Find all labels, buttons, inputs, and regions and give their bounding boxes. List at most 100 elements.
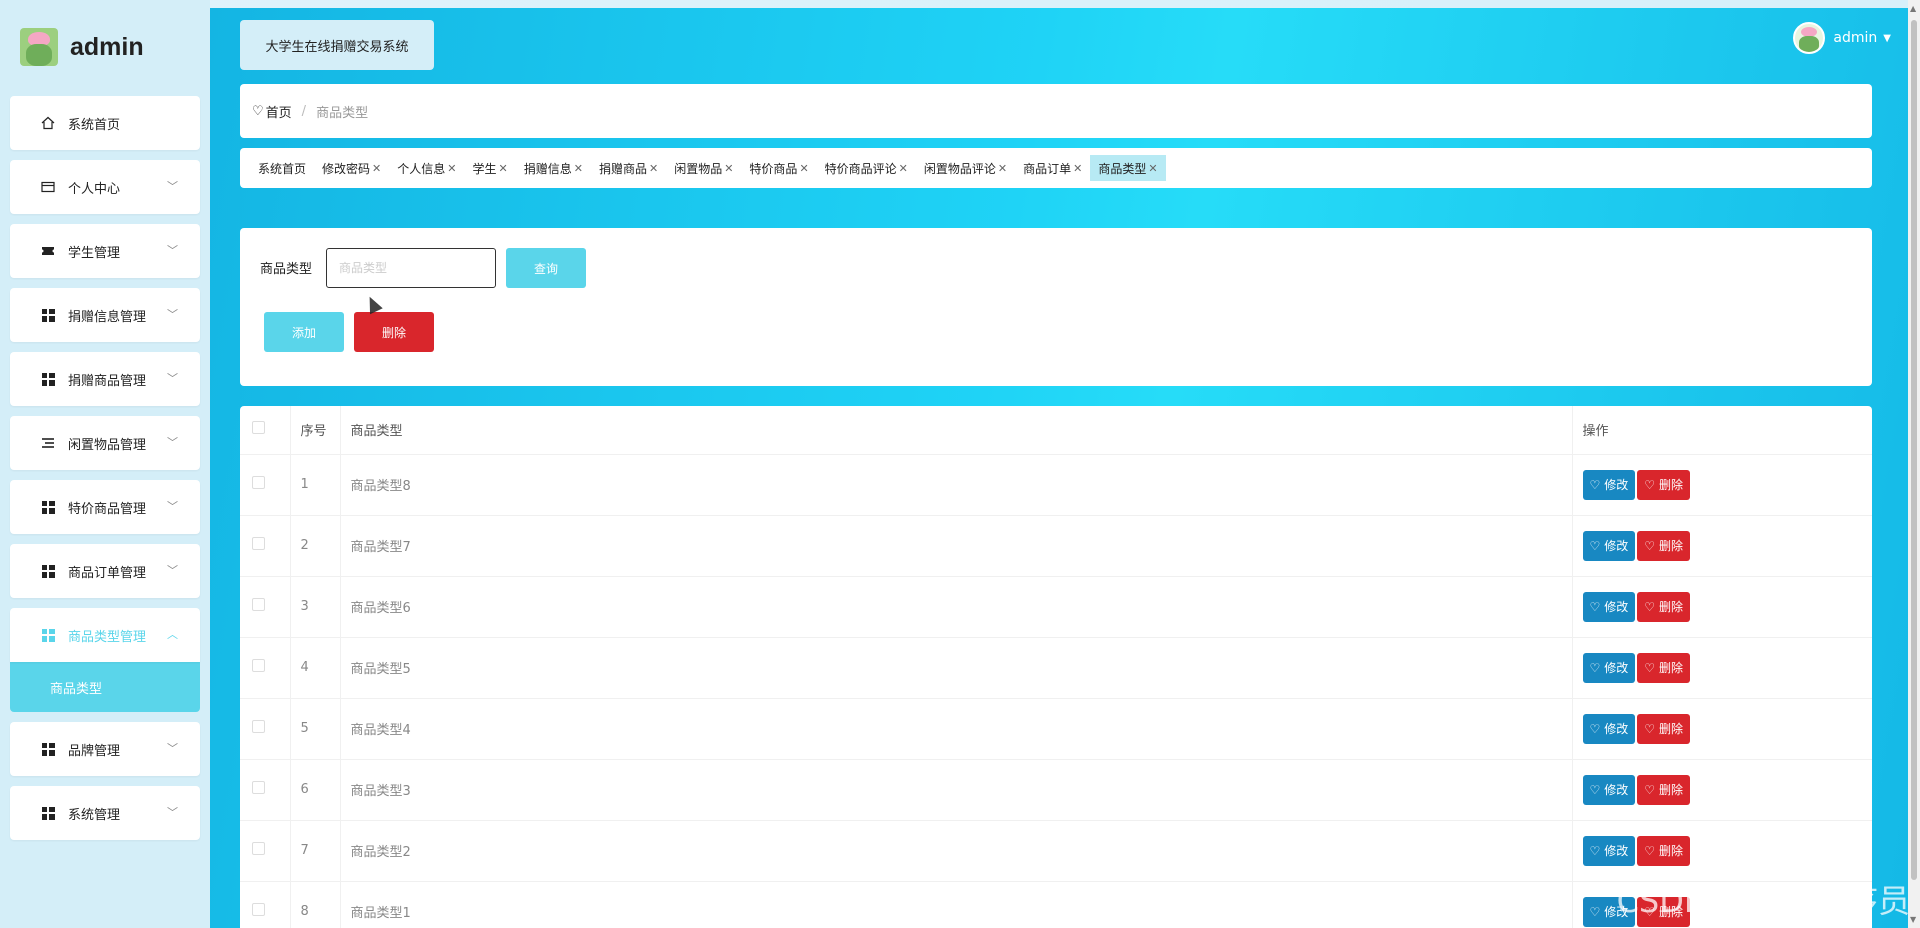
- checkbox[interactable]: [252, 421, 265, 435]
- heart-icon: ♡: [1589, 660, 1601, 675]
- tab-donation-info[interactable]: 捐赠信息 ✕: [516, 155, 591, 181]
- scrollbar[interactable]: ▲ ▼: [1908, 0, 1920, 928]
- tab-donation-goods[interactable]: 捐赠商品 ✕: [591, 155, 666, 181]
- grid-icon: [40, 371, 56, 387]
- sidebar-item-brand[interactable]: 品牌管理 ﹀: [10, 722, 200, 776]
- row-index: 7: [290, 820, 341, 882]
- tab-special-goods-comments[interactable]: 特价商品评论 ✕: [817, 155, 916, 181]
- tab-goods-type[interactable]: 商品类型 ✕: [1090, 155, 1166, 181]
- row-select-cell[interactable]: [240, 454, 291, 516]
- heart-icon: ♡: [1644, 843, 1656, 858]
- close-icon[interactable]: ✕: [1073, 162, 1082, 175]
- checkbox[interactable]: [252, 598, 265, 611]
- batch-delete-button[interactable]: 删除: [354, 312, 434, 352]
- tab-student[interactable]: 学生 ✕: [464, 155, 515, 181]
- delete-button[interactable]: ♡ 删除: [1637, 774, 1691, 805]
- breadcrumb-home[interactable]: 首页: [266, 102, 292, 121]
- main-area: 大学生在线捐赠交易系统 admin ▼ ♡ 首页 / 商品类型 系统首页 修改密…: [210, 8, 1915, 928]
- edit-button[interactable]: ♡ 修改: [1582, 469, 1636, 500]
- submenu-item-goods-type[interactable]: 商品类型: [10, 662, 200, 712]
- heart-icon: ♡: [1589, 721, 1601, 736]
- add-button[interactable]: 添加: [264, 312, 344, 352]
- scroll-up-icon[interactable]: ▲: [1910, 4, 1916, 13]
- checkbox[interactable]: [252, 659, 265, 672]
- search-input[interactable]: [326, 248, 496, 288]
- checkbox[interactable]: [252, 781, 265, 794]
- tab-special-goods[interactable]: 特价商品 ✕: [741, 155, 816, 181]
- row-type: 商品类型5: [340, 637, 1573, 699]
- checkbox[interactable]: [252, 842, 265, 855]
- row-index: 4: [290, 637, 341, 699]
- sidebar-item-system[interactable]: 系统管理 ﹀: [10, 786, 200, 840]
- checkbox[interactable]: [252, 903, 265, 916]
- close-icon[interactable]: ✕: [499, 162, 508, 175]
- row-index: 8: [290, 881, 341, 928]
- user-menu[interactable]: admin ▼: [1793, 22, 1891, 54]
- sidebar-item-students[interactable]: 学生管理 ﹀: [10, 224, 200, 278]
- tabs-bar: 系统首页 修改密码 ✕ 个人信息 ✕ 学生 ✕ 捐赠信息 ✕ 捐赠商品 ✕ 闲置物品 ✕ 特…: [240, 148, 1872, 188]
- edit-button[interactable]: ♡ 修改: [1582, 652, 1636, 683]
- close-icon[interactable]: ✕: [372, 162, 381, 175]
- delete-button[interactable]: ♡ 删除: [1637, 530, 1691, 561]
- tab-home[interactable]: 系统首页: [250, 155, 314, 181]
- delete-button[interactable]: ♡ 删除: [1637, 652, 1691, 683]
- sidebar-item-orders[interactable]: 商品订单管理 ﹀: [10, 544, 200, 598]
- sidebar-item-label: 商品类型管理: [68, 629, 147, 645]
- table-row: 7 商品类型2 ♡ 修改 ♡ 删除: [240, 820, 1872, 882]
- row-select-cell[interactable]: [240, 637, 291, 699]
- row-select-cell[interactable]: [240, 820, 291, 882]
- delete-button[interactable]: ♡ 删除: [1637, 835, 1691, 866]
- sidebar-item-donation-goods[interactable]: 捐赠商品管理 ﹀: [10, 352, 200, 406]
- home-icon: [40, 115, 56, 131]
- tab-idle-items[interactable]: 闲置物品 ✕: [666, 155, 741, 181]
- delete-button[interactable]: ♡ 删除: [1637, 713, 1691, 744]
- close-icon[interactable]: ✕: [998, 162, 1007, 175]
- row-select-cell[interactable]: [240, 698, 291, 760]
- row-select-cell[interactable]: [240, 576, 291, 638]
- chevron-down-icon: ﹀: [167, 180, 178, 193]
- close-icon[interactable]: ✕: [574, 162, 583, 175]
- tab-personal-info[interactable]: 个人信息 ✕: [389, 155, 464, 181]
- tab-label: 捐赠信息: [523, 161, 572, 176]
- header-select-all[interactable]: [240, 406, 291, 455]
- edit-button[interactable]: ♡ 修改: [1582, 774, 1636, 805]
- heart-icon: ♡: [1589, 843, 1601, 858]
- tab-label: 闲置物品评论: [923, 161, 996, 176]
- sidebar-item-home[interactable]: 系统首页: [10, 96, 200, 150]
- edit-button[interactable]: ♡ 修改: [1582, 530, 1636, 561]
- tab-change-password[interactable]: 修改密码 ✕: [314, 155, 389, 181]
- checkbox[interactable]: [252, 476, 265, 489]
- row-select-cell[interactable]: [240, 759, 291, 821]
- row-select-cell[interactable]: [240, 515, 291, 577]
- sidebar-item-donation-info[interactable]: 捐赠信息管理 ﹀: [10, 288, 200, 342]
- sidebar-item-personal[interactable]: 个人中心 ﹀: [10, 160, 200, 214]
- close-icon[interactable]: ✕: [799, 162, 808, 175]
- tab-orders[interactable]: 商品订单 ✕: [1015, 155, 1090, 181]
- query-button[interactable]: 查询: [506, 248, 586, 288]
- delete-label: 删除: [1659, 661, 1684, 675]
- edit-button[interactable]: ♡ 修改: [1582, 713, 1636, 744]
- close-icon[interactable]: ✕: [724, 162, 733, 175]
- delete-button[interactable]: ♡ 删除: [1637, 469, 1691, 500]
- sidebar-item-goods-type[interactable]: 商品类型管理 ︿: [10, 608, 200, 662]
- edit-button[interactable]: ♡ 修改: [1582, 835, 1636, 866]
- sidebar-item-special-goods[interactable]: 特价商品管理 ﹀: [10, 480, 200, 534]
- sidebar-item-idle-items[interactable]: 闲置物品管理 ﹀: [10, 416, 200, 470]
- close-icon[interactable]: ✕: [447, 162, 456, 175]
- row-select-cell[interactable]: [240, 881, 291, 928]
- close-icon[interactable]: ✕: [899, 162, 908, 175]
- scrollbar-thumb[interactable]: [1911, 20, 1917, 880]
- checkbox[interactable]: [252, 537, 265, 550]
- row-actions: ♡ 修改 ♡ 删除: [1572, 637, 1872, 699]
- brand: admin: [20, 28, 144, 66]
- delete-label: 删除: [1659, 844, 1684, 858]
- breadcrumb: ♡ 首页 / 商品类型: [240, 84, 1872, 138]
- delete-button[interactable]: ♡ 删除: [1637, 591, 1691, 622]
- close-icon[interactable]: ✕: [649, 162, 658, 175]
- close-icon[interactable]: ✕: [1148, 162, 1157, 175]
- checkbox[interactable]: [252, 720, 265, 733]
- tab-idle-item-comments[interactable]: 闲置物品评论 ✕: [916, 155, 1015, 181]
- edit-button[interactable]: ♡ 修改: [1582, 591, 1636, 622]
- scroll-down-icon[interactable]: ▼: [1910, 915, 1916, 924]
- logo-avatar-icon: [20, 28, 58, 66]
